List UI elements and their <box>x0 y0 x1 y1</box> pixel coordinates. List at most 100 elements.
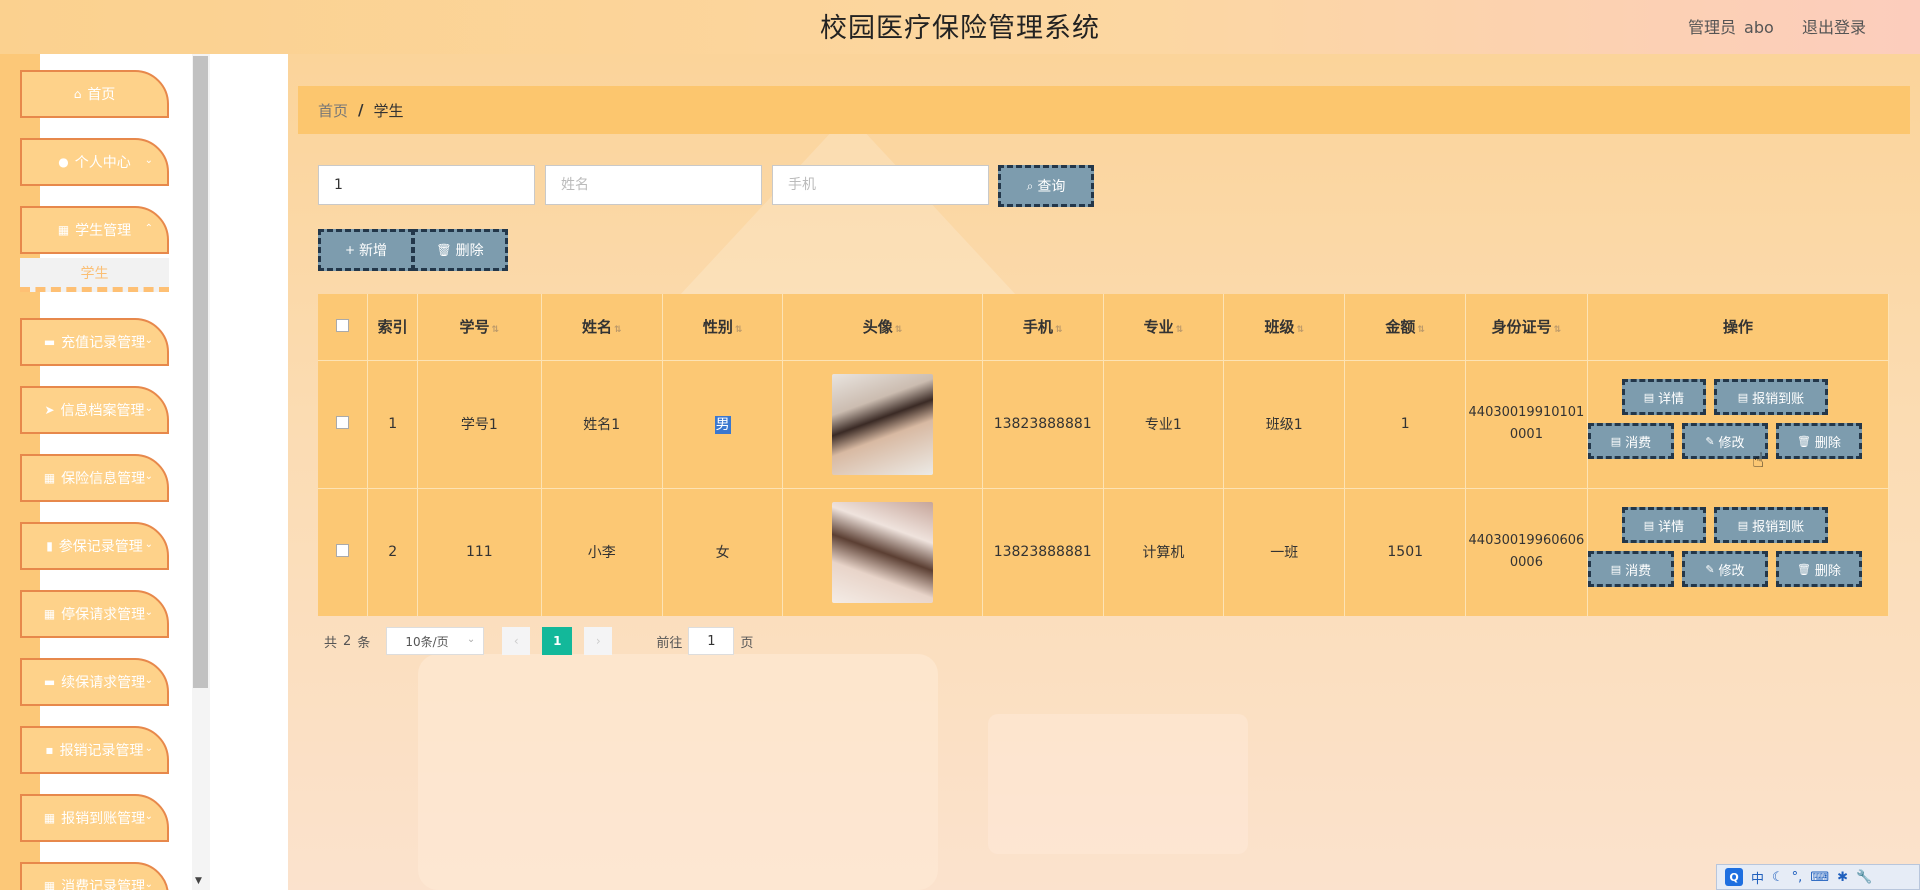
document-icon: ▤ <box>1610 562 1622 576</box>
cell-name: 姓名1 <box>541 360 663 488</box>
document-icon: ▤ <box>1610 434 1622 448</box>
scrollbar-thumb[interactable] <box>193 56 208 688</box>
goto-page-input[interactable] <box>688 627 735 655</box>
keyboard-icon[interactable]: ⌨ <box>1810 870 1829 885</box>
cell-class: 班级1 <box>1223 360 1346 488</box>
cell-name: 小李 <box>541 488 663 616</box>
page-suffix: 页 <box>740 635 754 651</box>
header-name[interactable]: 姓名 ⇅ <box>541 294 663 360</box>
sidebar-item-archives[interactable]: ➤ 信息档案管理 ⌄ <box>20 386 169 434</box>
sort-icon[interactable]: ⇅ <box>895 325 903 335</box>
id-card-line: 0001 <box>1509 427 1543 442</box>
header-avatar[interactable]: 头像 ⇅ <box>782 294 983 360</box>
sort-icon[interactable]: ⇅ <box>1296 325 1304 335</box>
header-amount[interactable]: 金额 ⇅ <box>1344 294 1466 360</box>
sidebar-item-insurance[interactable]: ▦ 保险信息管理 ⌄ <box>20 454 169 502</box>
cell-amount: 1 <box>1344 360 1466 488</box>
chevron-down-icon: ⌄ <box>144 539 153 550</box>
admin-role: 管理员 <box>1688 18 1737 37</box>
wrench-icon[interactable]: 🔧 <box>1856 870 1872 885</box>
user-icon: ● <box>58 155 69 169</box>
document-icon: ▤ <box>1643 390 1655 404</box>
consume-button[interactable]: ▤ 消费 <box>1587 551 1674 588</box>
grid-icon: ▦ <box>43 607 56 621</box>
delete-button[interactable]: 🗑 删除 <box>1775 423 1862 459</box>
sidebar-item-students[interactable]: ▦ 学生管理 ⌃ <box>20 206 169 254</box>
header-student-id[interactable]: 学号 ⇅ <box>417 294 542 360</box>
phone-search-input[interactable] <box>772 165 989 205</box>
header-class[interactable]: 班级 ⇅ <box>1223 294 1346 360</box>
settings-icon[interactable]: ✱ <box>1837 870 1848 885</box>
name-search-input[interactable] <box>545 165 762 205</box>
pencil-icon: ✎ <box>1705 434 1715 448</box>
add-button[interactable]: + 新增 <box>318 229 414 271</box>
cell-phone: 13823888881 <box>982 360 1104 488</box>
sidebar-item-suspend[interactable]: ▦ 停保请求管理 ⌄ <box>20 590 169 638</box>
header-major[interactable]: 专业 ⇅ <box>1103 294 1225 360</box>
prev-page-button[interactable]: ‹ <box>502 627 531 655</box>
punctuation-icon[interactable]: °, <box>1792 870 1803 885</box>
sidebar-subitem-student[interactable]: 学生 <box>20 258 169 292</box>
breadcrumb-current: 学生 <box>373 101 404 120</box>
avatar-image[interactable] <box>832 501 934 603</box>
sidebar-item-reimburse-records[interactable]: ▪ 报销记录管理 ⌄ <box>20 726 169 774</box>
student-id-search-input[interactable] <box>318 165 535 205</box>
header-gender[interactable]: 性别 ⇅ <box>662 294 784 360</box>
sort-icon[interactable]: ⇅ <box>1055 325 1063 335</box>
select-all-cell <box>318 294 369 360</box>
header-id-card[interactable]: 身份证号 ⇅ <box>1465 294 1588 360</box>
ime-language[interactable]: 中 <box>1751 868 1764 887</box>
student-table: 索引 学号 ⇅ 姓名 ⇅ 性别 ⇅ 头像 ⇅ 手机 ⇅ 专业 ⇅ 班级 ⇅ 金额 ⇅ 身份证号 ⇅… <box>318 294 1890 616</box>
total-suffix: 条 <box>357 635 371 651</box>
cell-major: 专业1 <box>1103 360 1225 488</box>
batch-delete-button[interactable]: 🗑 删除 <box>412 229 508 271</box>
row-checkbox[interactable] <box>336 543 350 557</box>
chevron-down-icon: ⌄ <box>466 634 476 645</box>
avatar-image[interactable] <box>832 373 934 475</box>
consume-button[interactable]: ▤ 消费 <box>1587 423 1674 459</box>
sort-icon[interactable]: ⇅ <box>1417 325 1425 335</box>
sidebar-item-recharge[interactable]: ▬ 充值记录管理 ⌄ <box>20 318 169 366</box>
query-button[interactable]: ⌕ 查询 <box>998 165 1094 207</box>
chat-icon: ▪ <box>45 743 54 757</box>
sidebar-item-home[interactable]: ⌂ 首页 <box>20 70 169 118</box>
sidebar-item-reimburse-arrival[interactable]: ▦ 报销到账管理 ⌄ <box>20 794 169 842</box>
sort-icon[interactable]: ⇅ <box>735 325 743 335</box>
row-checkbox[interactable] <box>336 415 350 429</box>
sort-icon[interactable]: ⇅ <box>1554 325 1562 335</box>
reimburse-arrival-button[interactable]: ▤ 报销到账 <box>1713 507 1828 544</box>
sort-icon[interactable]: ⇅ <box>492 325 500 335</box>
table-row: 1 学号1 姓名1 男 13823888881 专业1 班级1 1 440300… <box>318 360 1890 488</box>
breadcrumb-home[interactable]: 首页 <box>318 100 348 121</box>
delete-button[interactable]: 🗑 删除 <box>1775 551 1862 588</box>
cell-id-card: 44030019960606 0006 <box>1465 488 1588 616</box>
sort-icon[interactable]: ⇅ <box>1176 325 1184 335</box>
sidebar-item-renewal[interactable]: ▬ 续保请求管理 ⌄ <box>20 658 169 706</box>
detail-button[interactable]: ▤ 详情 <box>1621 507 1706 544</box>
detail-button[interactable]: ▤ 详情 <box>1621 379 1706 415</box>
background-block <box>418 654 938 890</box>
next-page-button[interactable]: › <box>584 627 613 655</box>
total-count: 2 <box>343 633 352 649</box>
select-all-checkbox[interactable] <box>336 318 350 332</box>
header-phone[interactable]: 手机 ⇅ <box>982 294 1104 360</box>
page-size-select[interactable]: 10条/页 ⌄ <box>386 627 485 655</box>
scroll-down-arrow-icon[interactable]: ▼ <box>195 876 202 886</box>
sidebar-item-profile[interactable]: ● 个人中心 ⌄ <box>20 138 169 186</box>
chart-icon: ▮ <box>46 539 53 553</box>
chevron-down-icon: ⌄ <box>144 675 153 686</box>
moon-icon[interactable]: ☾ <box>1772 870 1784 885</box>
sidebar-item-consumption[interactable]: ▦ 消费记录管理 ⌄ <box>20 862 169 890</box>
ime-toolbar[interactable]: Q 中 ☾ °, ⌨ ✱ 🔧 <box>1716 864 1920 890</box>
edit-button[interactable]: ✎ 修改 <box>1681 551 1768 588</box>
cell-ops: ▤ 详情 ▤ 报销到账 ▤ 消费 ✎ 修改 🗑 删除 <box>1587 488 1890 616</box>
sort-icon[interactable]: ⇅ <box>614 325 622 335</box>
send-icon: ➤ <box>44 403 55 417</box>
breadcrumb-separator: / <box>358 101 364 119</box>
page-number-current[interactable]: 1 <box>542 627 573 655</box>
cell-ops: ▤ 详情 ▤ 报销到账 ▤ 消费 ✎ 修改 🗑 删除 <box>1587 360 1890 488</box>
cell-index: 2 <box>367 488 419 616</box>
logout-link[interactable]: 退出登录 <box>1802 14 1866 38</box>
reimburse-arrival-button[interactable]: ▤ 报销到账 <box>1713 379 1828 415</box>
sidebar-item-enrollment[interactable]: ▮ 参保记录管理 ⌄ <box>20 522 169 570</box>
